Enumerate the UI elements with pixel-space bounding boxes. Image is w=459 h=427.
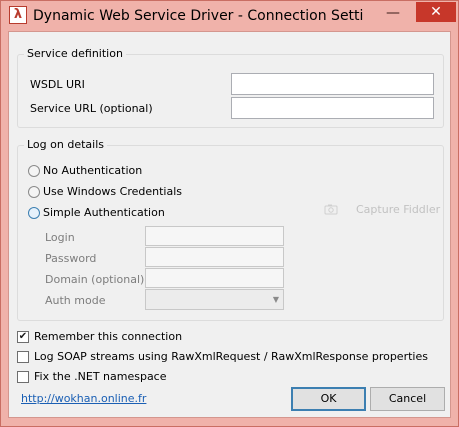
cancel-button[interactable]: Cancel [370,387,445,411]
camera-icon [324,204,338,215]
login-input[interactable] [145,226,284,246]
dialog-content: Service definition WSDL URI Service URL … [8,31,451,418]
fix-namespace-label[interactable]: Fix the .NET namespace [34,370,167,383]
logon-details-label: Log on details [24,138,107,151]
capture-fiddler-button[interactable]: Capture Fiddler [324,199,444,221]
radio-windows-credentials[interactable] [28,186,40,198]
service-url-label: Service URL (optional) [30,102,153,115]
capture-fiddler-label: Capture Fiddler [356,203,441,216]
password-input[interactable] [145,247,284,267]
app-icon: λ [9,6,27,24]
minimize-button[interactable]: — [378,5,408,25]
login-label: Login [45,231,75,244]
simple-auth-label[interactable]: Simple Authentication [43,206,165,219]
dialog-window: λ Dynamic Web Service Driver - Connectio… [0,0,459,427]
remember-connection-checkbox[interactable]: ✔ [17,331,29,343]
remember-connection-label[interactable]: Remember this connection [34,330,182,343]
radio-no-auth[interactable] [28,165,40,177]
fix-namespace-checkbox[interactable] [17,371,29,383]
log-soap-label[interactable]: Log SOAP streams using RawXmlRequest / R… [34,350,428,363]
wsdl-uri-label: WSDL URI [30,78,85,91]
domain-label: Domain (optional) [45,273,145,286]
wsdl-uri-input[interactable] [231,73,434,95]
close-button[interactable]: ✕ [416,2,456,22]
auth-mode-label: Auth mode [45,294,106,307]
ok-button[interactable]: OK [291,387,366,411]
title-bar[interactable]: λ Dynamic Web Service Driver - Connectio… [1,1,458,31]
chevron-down-icon: ▼ [272,295,279,304]
service-definition-label: Service definition [24,47,126,60]
windows-credentials-label[interactable]: Use Windows Credentials [43,185,182,198]
service-url-input[interactable] [231,97,434,119]
website-link[interactable]: http://wokhan.online.fr [21,392,146,405]
auth-mode-select[interactable]: ▼ [145,289,284,310]
window-title: Dynamic Web Service Driver - Connection … [33,8,363,24]
radio-simple-auth[interactable] [28,207,40,219]
log-soap-checkbox[interactable] [17,351,29,363]
no-auth-label[interactable]: No Authentication [43,164,142,177]
domain-input[interactable] [145,268,284,288]
password-label: Password [45,252,97,265]
